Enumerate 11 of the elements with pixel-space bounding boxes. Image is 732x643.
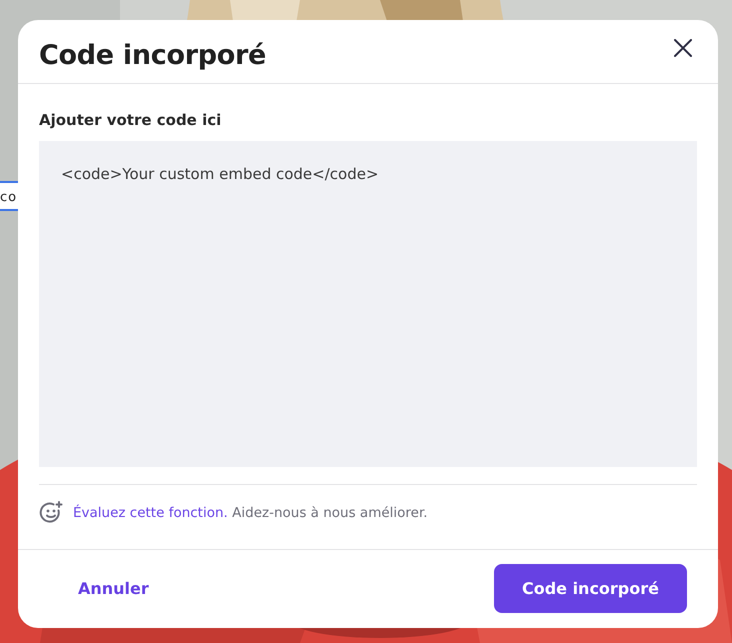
close-button[interactable] [672, 37, 694, 60]
cancel-button[interactable]: Annuler [58, 564, 169, 614]
close-icon [674, 39, 692, 58]
smiley-icon [39, 500, 63, 525]
dialog-title: Code incorporé [39, 40, 266, 71]
rate-feature-link[interactable]: Évaluez cette fonction. [73, 504, 228, 521]
code-input-field[interactable]: <code>Your custom embed code</code> [39, 140, 697, 467]
text-field[interactable]: co [0, 181, 18, 211]
feedback-text: Évaluez cette fonction. Aidez-nous à nous améliorer. [73, 504, 428, 521]
field-label: Ajouter votre code ici [39, 110, 222, 129]
submit-button[interactable]: Code incorporé [494, 564, 687, 614]
